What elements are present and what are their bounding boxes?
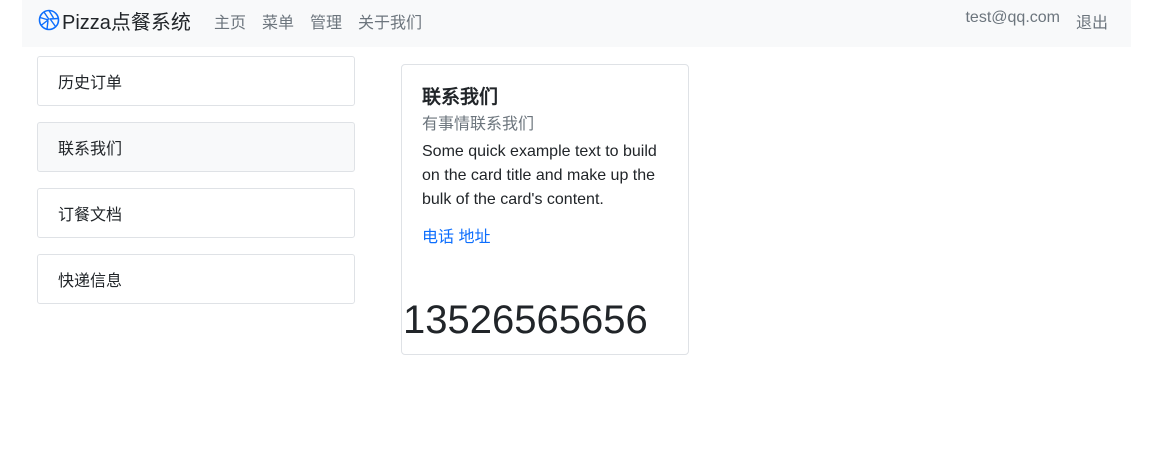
phone-number: 13526565656 [403,298,648,342]
user-nav: test@qq.com 退出 [965,9,1108,33]
nav-admin[interactable]: 管理 [310,9,342,33]
sidebar-item-label: 快递信息 [58,273,123,290]
brand-name: Pizza点餐系统 [62,11,191,34]
sidebar-item-label: 历史订单 [58,75,123,92]
nav-home[interactable]: 主页 [214,9,246,33]
address-link[interactable]: 地址 [458,229,490,246]
user-email-link[interactable]: test@qq.com [965,9,1060,33]
card-subtitle: 有事情联系我们 [422,116,535,133]
sidebar-item-label: 订餐文档 [58,207,123,224]
main-nav: 主页 菜单 管理 关于我们 [214,9,422,33]
sidebar-item-label: 联系我们 [58,141,123,158]
nav-about[interactable]: 关于我们 [358,9,422,33]
logout-link[interactable]: 退出 [1076,9,1108,33]
contact-card: 联系我们 有事情联系我们 Some quick example text to … [401,64,689,355]
card-text: Some quick example text to build on the … [422,143,657,208]
card-body: 联系我们 有事情联系我们 Some quick example text to … [402,65,688,249]
sidebar-item-order-history[interactable]: 历史订单 [37,56,355,106]
sidebar-item-contact-us[interactable]: 联系我们 [37,122,355,172]
phone-link[interactable]: 电话 [422,229,454,246]
card-title: 联系我们 [422,87,499,108]
card-links: 电话 地址 [422,227,668,249]
sidebar-item-delivery-info[interactable]: 快递信息 [37,254,355,304]
top-navbar: Pizza点餐系统 主页 菜单 管理 关于我们 test@qq.com 退出 [22,0,1131,47]
nav-menu[interactable]: 菜单 [262,9,294,33]
sidebar: 历史订单 联系我们 订餐文档 快递信息 [37,56,355,320]
sidebar-item-ordering-docs[interactable]: 订餐文档 [37,188,355,238]
aperture-icon [38,9,60,31]
brand-link[interactable]: Pizza点餐系统 [38,8,191,34]
